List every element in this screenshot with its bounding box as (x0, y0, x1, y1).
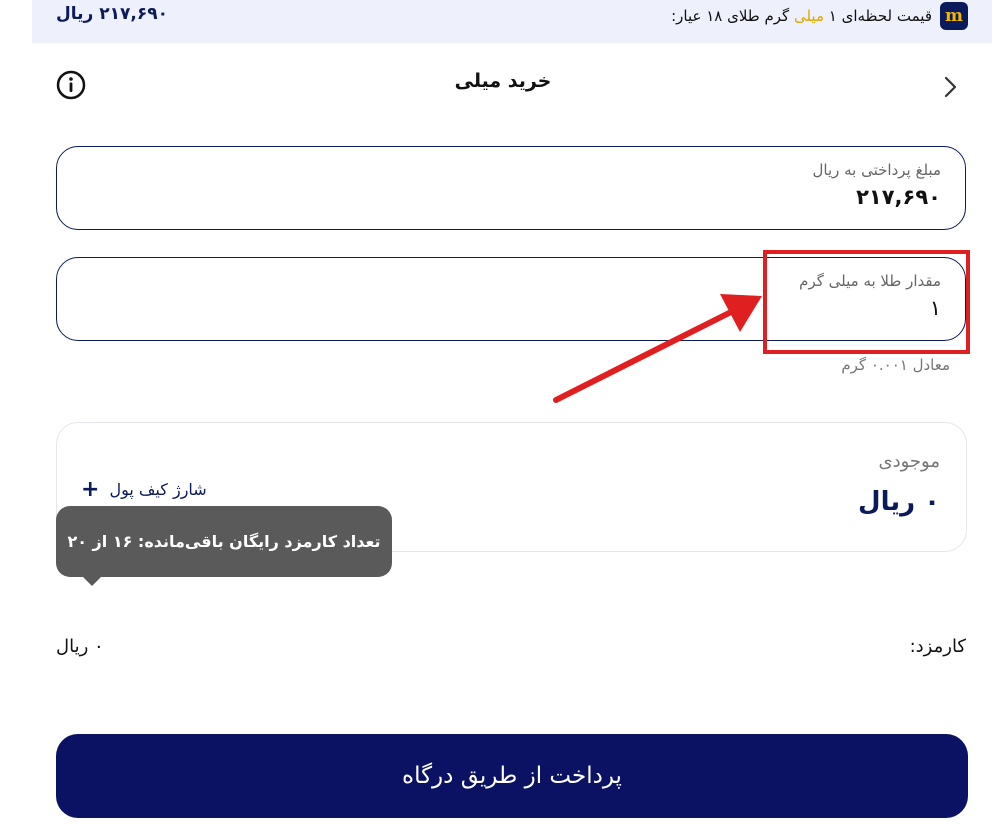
buy-milli-page: ۲۱۷,۶۹۰ ریال m قیمت لحظه‌ای ۱ میلی گرم ط… (0, 0, 1006, 834)
fee-value: ۰ ریال (56, 636, 104, 657)
balance-label: موجودی (878, 451, 940, 472)
live-price-text: قیمت لحظه‌ای ۱ میلی گرم طلای ۱۸ عیار: (671, 7, 932, 25)
pay-via-gateway-button[interactable]: پرداخت از طریق درگاه (56, 734, 968, 818)
payment-amount-value[interactable]: ۲۱۷,۶۹۰ (856, 185, 941, 209)
brand-logo-icon: m (940, 2, 968, 30)
gold-equivalent-text: معادل ۰.۰۰۱ گرم (841, 356, 950, 374)
live-price-label: m قیمت لحظه‌ای ۱ میلی گرم طلای ۱۸ عیار: (671, 2, 968, 30)
charge-wallet-button[interactable]: شارژ کیف پول + (81, 477, 207, 502)
page-title: خرید میلی (454, 70, 552, 92)
payment-amount-label: مبلغ پرداختی به ریال (812, 161, 941, 179)
plus-icon: + (81, 477, 100, 502)
payment-amount-field[interactable]: مبلغ پرداختی به ریال ۲۱۷,۶۹۰ (56, 146, 966, 230)
chevron-right-icon[interactable] (938, 74, 960, 100)
live-price-value: ۲۱۷,۶۹۰ ریال (56, 4, 168, 24)
annotation-arrow-icon (553, 294, 762, 403)
price-banner: ۲۱۷,۶۹۰ ریال m قیمت لحظه‌ای ۱ میلی گرم ط… (32, 0, 992, 43)
fee-label: کارمزد: (909, 636, 966, 657)
charge-wallet-label: شارژ کیف پول (109, 480, 207, 499)
annotation-highlight-box (763, 250, 970, 354)
balance-value: ۰ ریال (858, 487, 940, 517)
free-fee-tooltip: تعداد کارمزد رایگان باقی‌مانده: ۱۶ از ۲۰ (56, 506, 392, 577)
highlight-milli: میلی (793, 7, 824, 25)
tooltip-tail (82, 576, 102, 586)
